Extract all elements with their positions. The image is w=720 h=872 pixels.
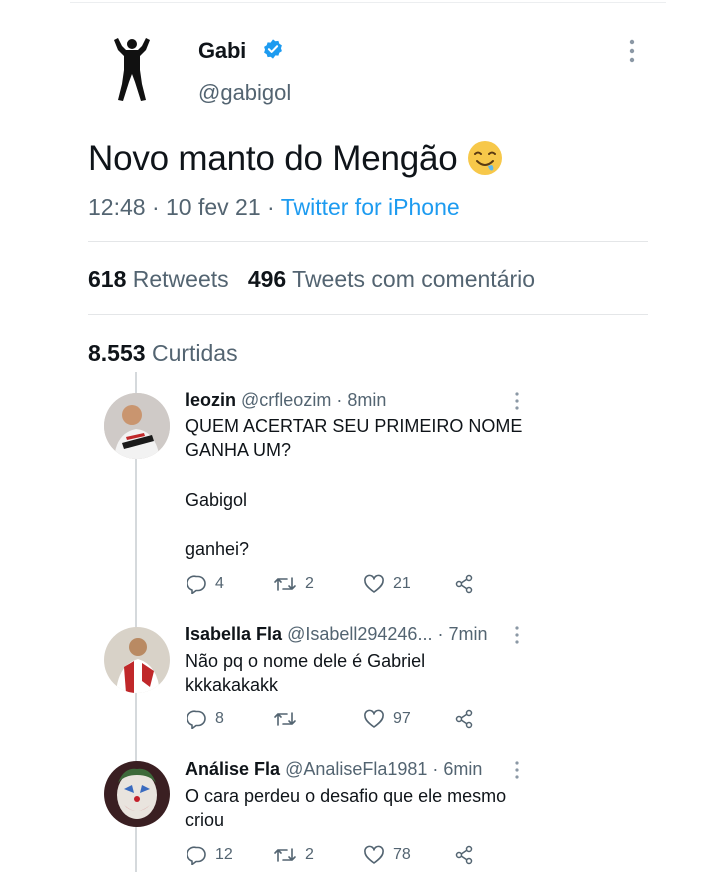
reply-author-handle[interactable]: @crfleozim [241,390,331,410]
reply-text-line: Não pq o nome dele é Gabriel [185,651,426,671]
reply-author-name[interactable]: Isabella Fla [185,624,282,644]
share-icon [455,709,473,729]
retweets-label: Retweets [132,266,229,292]
reply-author-handle[interactable]: @AnaliseFla1981 [285,759,427,779]
like-count: 78 [393,846,411,863]
retweets-stat[interactable]: 618 Retweets [88,266,229,292]
quotes-count: 496 [247,266,287,292]
retweets-count: 618 [88,266,127,292]
reply-text-line: ganhei? [185,539,250,559]
like-icon [364,709,384,728]
more-options-icon[interactable] [512,760,522,780]
reply-button[interactable]: 4 [187,574,224,594]
reply-text-line: criou [185,810,225,830]
quotes-stat[interactable]: 496 Tweets com comentário [248,266,535,292]
retweet-icon [274,712,296,726]
reply-icon [187,575,206,594]
retweet-button[interactable]: 2 [273,574,314,594]
reply-text-line: GANHA UM? [185,440,292,460]
reply-icon [187,710,206,729]
share-button[interactable] [454,574,474,594]
like-count: 21 [393,575,411,592]
likes-label: Curtidas [151,340,238,366]
retweet-count: 2 [305,575,314,592]
retweet-button[interactable]: 2 [273,845,314,865]
reply-count: 4 [215,575,224,592]
reply-avatar-image [104,393,170,459]
tweet-stats: 618 Retweets 496 Tweets com comentário [88,266,535,293]
divider [88,314,648,315]
reply-text-line: Gabigol [185,490,248,510]
reply-text-line: O cara perdeu o desafio que ele mesmo [185,786,507,806]
tweet-time[interactable]: 12:48 [88,194,146,220]
likes-stat[interactable]: 8.553 Curtidas [88,340,238,367]
tweet-text-content: Novo manto do Mengão [88,139,458,178]
more-options-icon[interactable] [512,625,522,645]
reply-count: 8 [215,710,224,727]
retweet-button[interactable] [273,709,305,729]
like-button[interactable]: 78 [363,845,411,865]
like-icon [364,574,384,593]
reply-header: Isabella Fla @Isabell294246... · 7min [185,624,488,644]
reply-icon [187,846,206,865]
divider [88,241,648,242]
author-handle[interactable]: @gabigol [198,80,291,106]
retweet-icon [274,848,296,862]
reply-avatar-image [104,761,170,827]
author-name[interactable]: Gabi [198,38,246,64]
reply-button[interactable]: 12 [187,845,233,865]
reply-header: leozin @crfleozim · 8min [185,390,387,410]
reply-avatar[interactable] [104,393,170,459]
share-button[interactable] [454,709,474,729]
reply-time: 7min [448,624,488,644]
share-icon [455,845,473,865]
reply-time: 8min [347,390,387,410]
share-button[interactable] [454,845,474,865]
reply-header: Análise Fla @AnaliseFla1981 · 6min [185,759,483,779]
like-icon [364,845,384,864]
verified-badge-icon [264,39,282,59]
reply-avatar[interactable] [104,627,170,693]
top-divider [70,2,666,3]
drooling-face-emoji-icon [467,141,502,175]
reply-author-name[interactable]: Análise Fla [185,759,280,779]
reply-author-name[interactable]: leozin [185,390,236,410]
like-button[interactable]: 21 [363,574,411,594]
tweet-meta: 12:48 · 10 fev 21 · Twitter for iPhone [88,194,460,220]
retweet-icon [274,577,296,591]
tweet-text: Novo manto do Mengão [88,139,504,179]
like-button[interactable]: 97 [363,709,411,729]
tweet-date[interactable]: 10 fev 21 [166,194,261,220]
reply-avatar-image [104,627,170,693]
reply-text-line: QUEM ACERTAR SEU PRIMEIRO NOME [185,416,523,436]
more-options-icon[interactable] [624,38,640,64]
reply-avatar[interactable] [104,761,170,827]
reply-count: 12 [215,846,233,863]
reply-time: 6min [443,759,483,779]
quotes-label: Tweets com comentário [292,266,536,292]
reply-button[interactable]: 8 [187,709,224,729]
author-avatar[interactable] [108,34,156,104]
likes-count: 8.553 [88,340,146,366]
more-options-icon[interactable] [512,391,522,411]
retweet-count: 2 [305,846,314,863]
reply-text-line: kkkakakakk [185,675,279,695]
share-icon [455,574,473,594]
tweet-source[interactable]: Twitter for iPhone [281,194,460,220]
reply-author-handle[interactable]: @Isabell294246... [287,624,432,644]
like-count: 97 [393,710,411,727]
